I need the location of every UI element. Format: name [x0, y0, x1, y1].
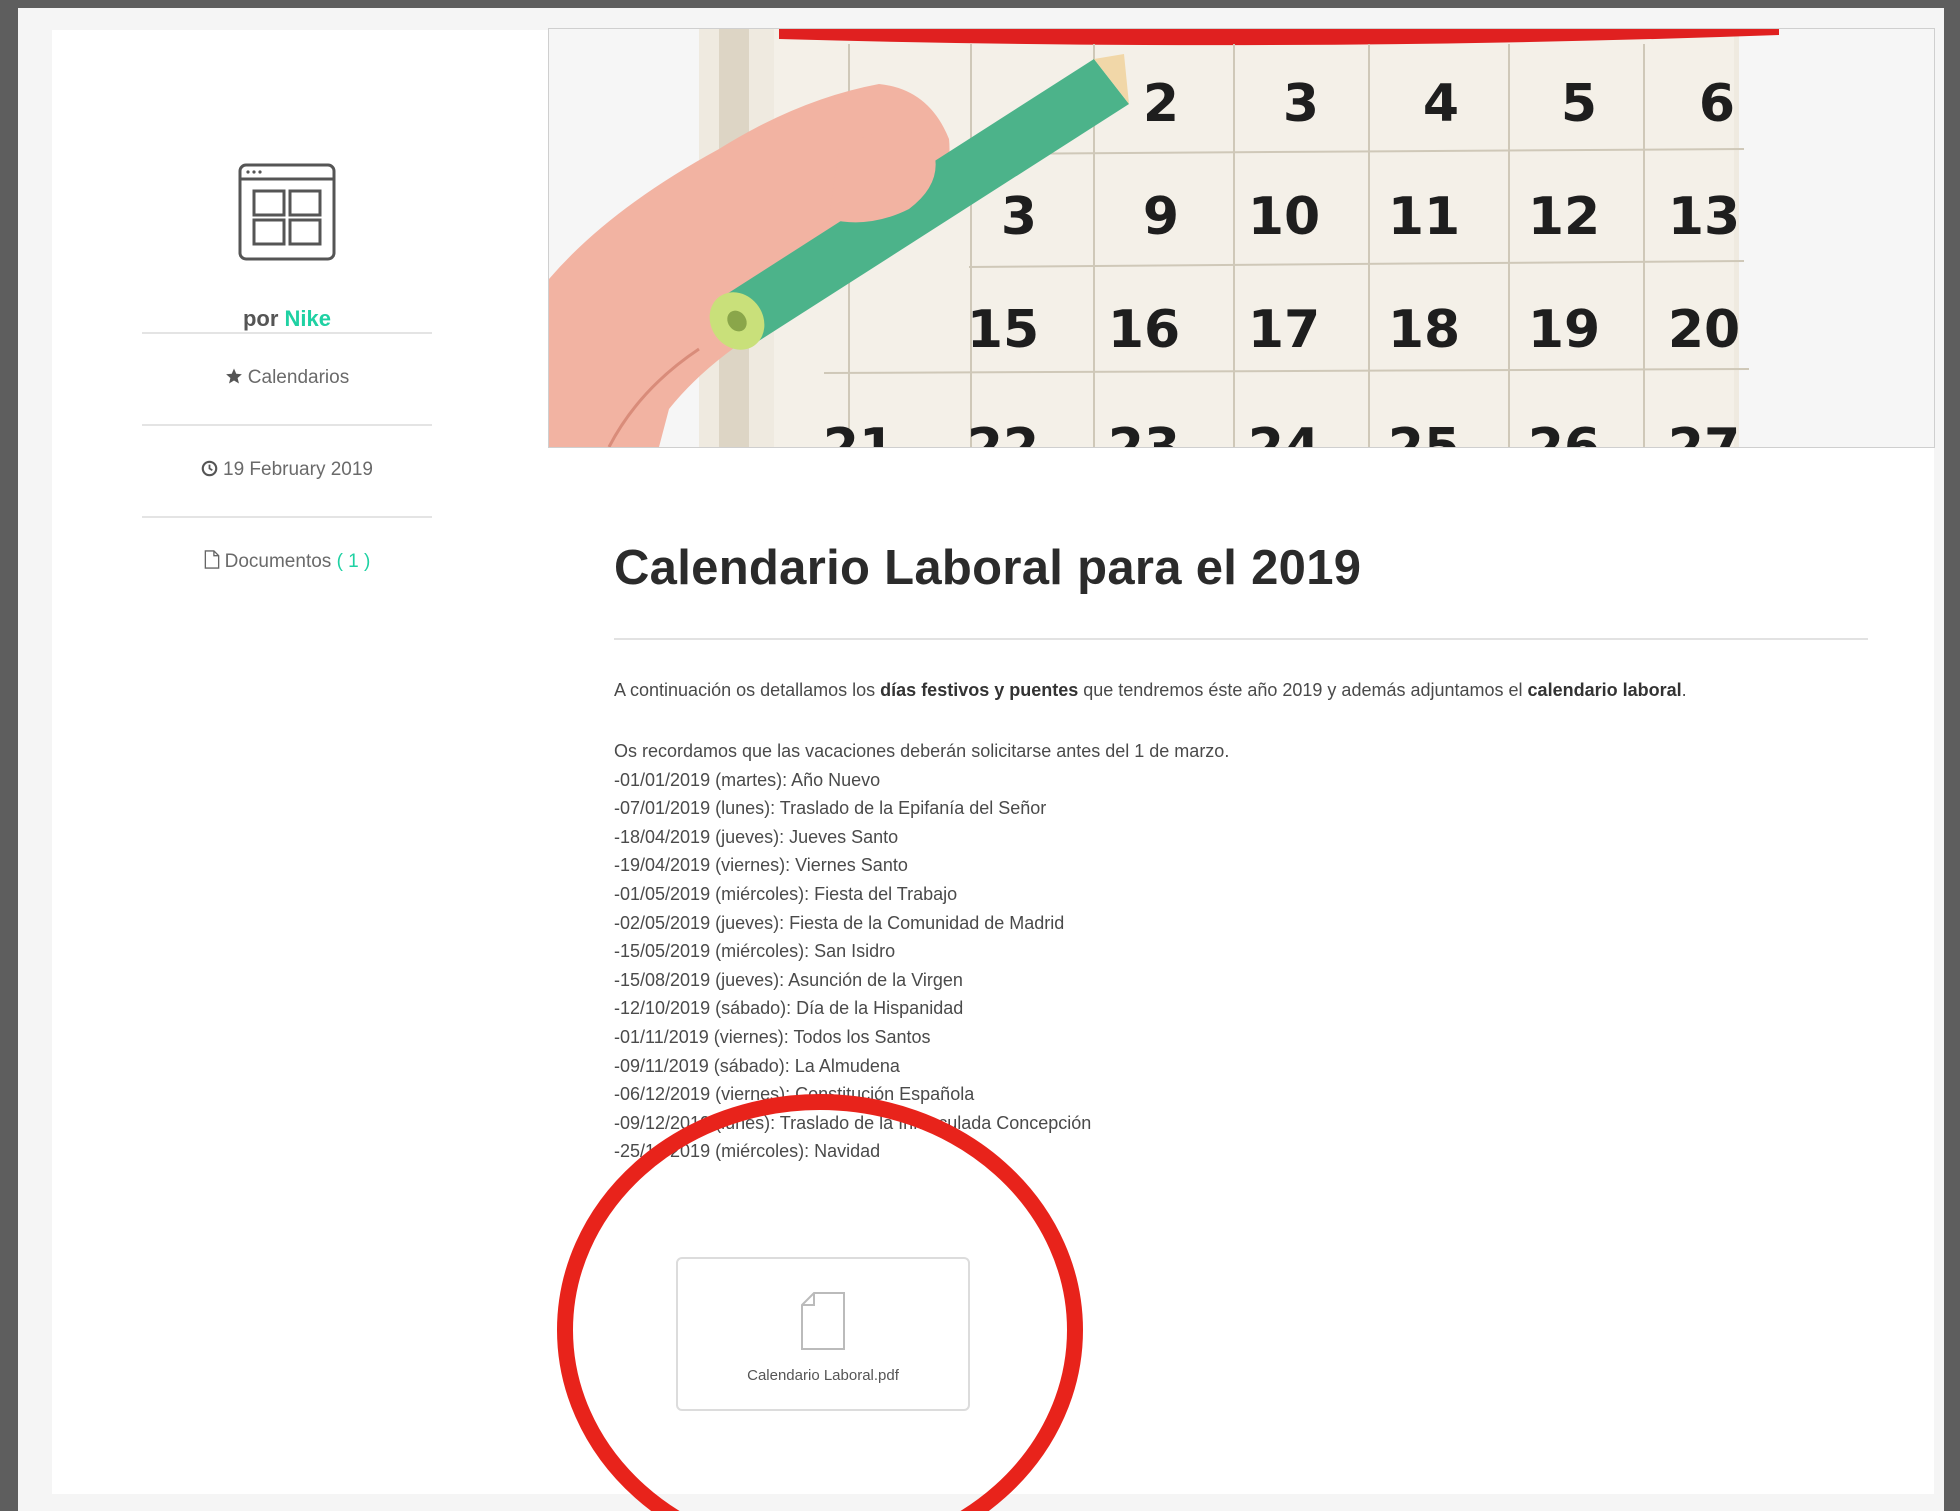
calendar-day: 5: [1561, 74, 1597, 134]
list-item: -15/08/2019 (jueves): Asunción de la Vir…: [614, 969, 963, 990]
holiday-list: Os recordamos que las vacaciones deberán…: [614, 737, 1868, 1166]
calendar-day: 20: [1668, 300, 1740, 360]
list-item: -12/10/2019 (sábado): Día de la Hispanid…: [614, 998, 964, 1019]
category-label: Calendarios: [247, 367, 350, 388]
calendar-illustration: 2 3 4 5 6 9 10 11 12 13 15 16 17 18 19 2…: [549, 29, 1934, 447]
calendar-day: 22: [967, 418, 1039, 447]
documents-link[interactable]: Documentos ( 1 ): [142, 516, 432, 608]
calendar-day: 16: [1108, 300, 1180, 360]
calendar-day: 19: [1528, 300, 1600, 360]
calendar-day: 13: [1668, 187, 1740, 247]
star-icon: [225, 368, 242, 384]
attachment-card[interactable]: Calendario Laboral.pdf: [676, 1257, 970, 1411]
calendar-day: 23: [1108, 418, 1180, 447]
calendar-day: 17: [1248, 300, 1320, 360]
layout-grid-icon: [238, 163, 336, 261]
list-item: -06/12/2019 (viernes): Constitución Espa…: [614, 1084, 975, 1105]
calendar-day: 10: [1248, 187, 1320, 247]
post-article: Calendario Laboral para el 2019 A contin…: [614, 540, 1868, 1166]
title-divider: [614, 638, 1868, 640]
vacation-reminder: Os recordamos que las vacaciones deberán…: [614, 741, 1230, 761]
date-label: 19 February 2019: [223, 459, 373, 480]
calendar-day: 3: [1283, 74, 1319, 134]
hero-image: 2 3 4 5 6 9 10 11 12 13 15 16 17 18 19 2…: [548, 28, 1935, 448]
list-item: -07/01/2019 (lunes): Traslado de la Epif…: [614, 798, 1047, 819]
author-link[interactable]: Nike: [285, 306, 331, 331]
list-item: -18/04/2019 (jueves): Jueves Santo: [614, 826, 899, 847]
clock-icon: [201, 460, 218, 477]
list-item: -09/11/2019 (sábado): La Almudena: [614, 1055, 900, 1076]
calendar-day: 21: [823, 418, 895, 447]
category-link[interactable]: Calendarios: [142, 332, 432, 424]
svg-text:3: 3: [1001, 187, 1037, 247]
calendar-day: 25: [1388, 418, 1460, 447]
intro-highlight-holidays: días festivos y puentes: [880, 680, 1079, 700]
intro-text: A continuación os detallamos los: [614, 680, 881, 700]
intro-highlight-calendar: calendario laboral: [1527, 680, 1682, 700]
document-icon: [204, 550, 219, 569]
post-date: 19 February 2019: [142, 424, 432, 516]
post-author: por Nike: [142, 306, 432, 332]
file-icon: [801, 1292, 845, 1350]
list-item: -25/12/2019 (miércoles): Navidad: [614, 1141, 881, 1162]
documents-count: ( 1 ): [336, 551, 371, 572]
calendar-day: 9: [1143, 187, 1179, 247]
calendar-day: 24: [1248, 418, 1320, 447]
author-prefix: por: [242, 306, 279, 331]
calendar-day: 18: [1388, 300, 1460, 360]
post-intro: A continuación os detallamos los días fe…: [614, 680, 1868, 701]
list-item: -09/12/2019 (lunes): Traslado de la Inma…: [614, 1112, 1092, 1133]
post-sidebar: por Nike Calendarios 19 February 2019 Do…: [142, 130, 432, 608]
calendar-day: 12: [1528, 187, 1600, 247]
calendar-day: 6: [1699, 74, 1735, 134]
calendar-day: 27: [1668, 418, 1740, 447]
calendar-day: 4: [1423, 74, 1459, 134]
calendar-day: 11: [1388, 187, 1460, 247]
list-item: -02/05/2019 (jueves): Fiesta de la Comun…: [614, 912, 1065, 933]
intro-text: .: [1681, 680, 1687, 700]
list-item: -01/11/2019 (viernes): Todos los Santos: [614, 1026, 931, 1047]
list-item: -19/04/2019 (viernes): Viernes Santo: [614, 855, 908, 876]
calendar-day: 15: [967, 300, 1039, 360]
documents-label: Documentos: [224, 551, 332, 572]
post-page: por Nike Calendarios 19 February 2019 Do…: [52, 28, 1935, 1494]
post-title: Calendario Laboral para el 2019: [614, 541, 1362, 595]
list-item: -15/05/2019 (miércoles): San Isidro: [614, 941, 896, 962]
list-item: -01/01/2019 (martes): Año Nuevo: [614, 769, 881, 790]
calendar-day: 26: [1528, 418, 1600, 447]
attachment-filename: Calendario Laboral.pdf: [747, 1367, 899, 1384]
intro-text: que tendremos éste año 2019 y además adj…: [1078, 680, 1528, 700]
list-item: -01/05/2019 (miércoles): Fiesta del Trab…: [614, 883, 958, 904]
calendar-day: 2: [1143, 74, 1179, 134]
